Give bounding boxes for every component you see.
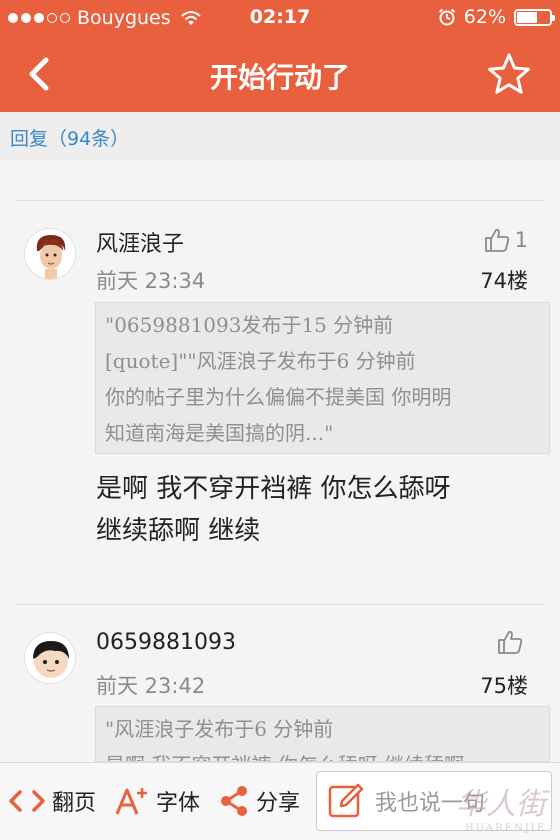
like-button[interactable] (496, 628, 528, 656)
quote-line: 是啊 我不穿开裆裤 你怎么舔呀 继续舔啊 (105, 747, 540, 761)
battery-icon (514, 8, 555, 26)
font-size-button[interactable]: 字体 (114, 785, 200, 817)
share-button[interactable]: 分享 (218, 785, 300, 817)
post-time: 前天 23:42 (96, 674, 206, 698)
status-bar: Bouygues 02:17 62% (0, 0, 560, 36)
edit-pencil-icon (328, 783, 364, 818)
user-avatar-icon (33, 641, 69, 678)
avatar[interactable] (24, 228, 76, 280)
quote-block: "0659881093发布于15 分钟前 [quote]""风涯浪子发布于6 分… (95, 302, 550, 454)
nav-bar: 开始行动了 (0, 36, 560, 112)
bottom-toolbar: 翻页 字体 分享 我也说一句 华人街 HUARENJIE (0, 762, 560, 840)
post-time: 前天 23:34 (96, 269, 206, 293)
quote-line: "风涯浪子发布于6 分钟前 (105, 717, 334, 741)
floor-number: 75楼 (480, 674, 528, 698)
compose-reply-input[interactable]: 我也说一句 (316, 771, 552, 831)
quote-line: "0659881093发布于15 分钟前 (105, 313, 394, 337)
reply-count-bar: 回复（94条） (0, 112, 560, 160)
font-size-icon (115, 788, 147, 815)
thumbs-up-icon (484, 228, 509, 252)
thumbs-up-icon (498, 630, 523, 654)
quote-line: 知道南海是美国搞的阴..." (105, 421, 334, 445)
page-title: 开始行动了 (209, 61, 350, 94)
favorite-star-icon[interactable] (486, 52, 532, 96)
avatar[interactable] (24, 632, 76, 684)
quote-block: "风涯浪子发布于6 分钟前 是啊 我不穿开裆裤 你怎么舔呀 继续舔啊 (95, 706, 550, 762)
floor-number: 74楼 (480, 269, 528, 293)
like-button[interactable]: 1 (483, 226, 528, 254)
page-turn-button[interactable]: 翻页 (8, 785, 96, 817)
quote-line: 你的帖子里为什么偏偏不提美国 你明明 (105, 385, 452, 409)
divider (16, 604, 544, 605)
like-count: 1 (514, 228, 528, 252)
username[interactable]: 风涯浪子 (96, 226, 184, 258)
font-size-label: 字体 (156, 791, 201, 816)
share-icon (221, 786, 247, 816)
user-avatar-icon (36, 235, 66, 279)
alarm-clock-icon (438, 8, 455, 26)
reply-count[interactable]: 回复（94条） (10, 124, 129, 151)
battery-percent: 62% (463, 6, 506, 28)
username[interactable]: 0659881093 (96, 630, 236, 655)
page-turn-label: 翻页 (52, 791, 97, 816)
code-brackets-icon (9, 790, 45, 812)
post-content: 是啊 我不穿开裆裤 你怎么舔呀 继续舔啊 继续 (96, 474, 451, 546)
compose-placeholder: 我也说一句 (375, 791, 486, 816)
share-label: 分享 (256, 791, 301, 816)
divider (16, 200, 544, 201)
quote-line: [quote]""风涯浪子发布于6 分钟前 (105, 349, 416, 373)
